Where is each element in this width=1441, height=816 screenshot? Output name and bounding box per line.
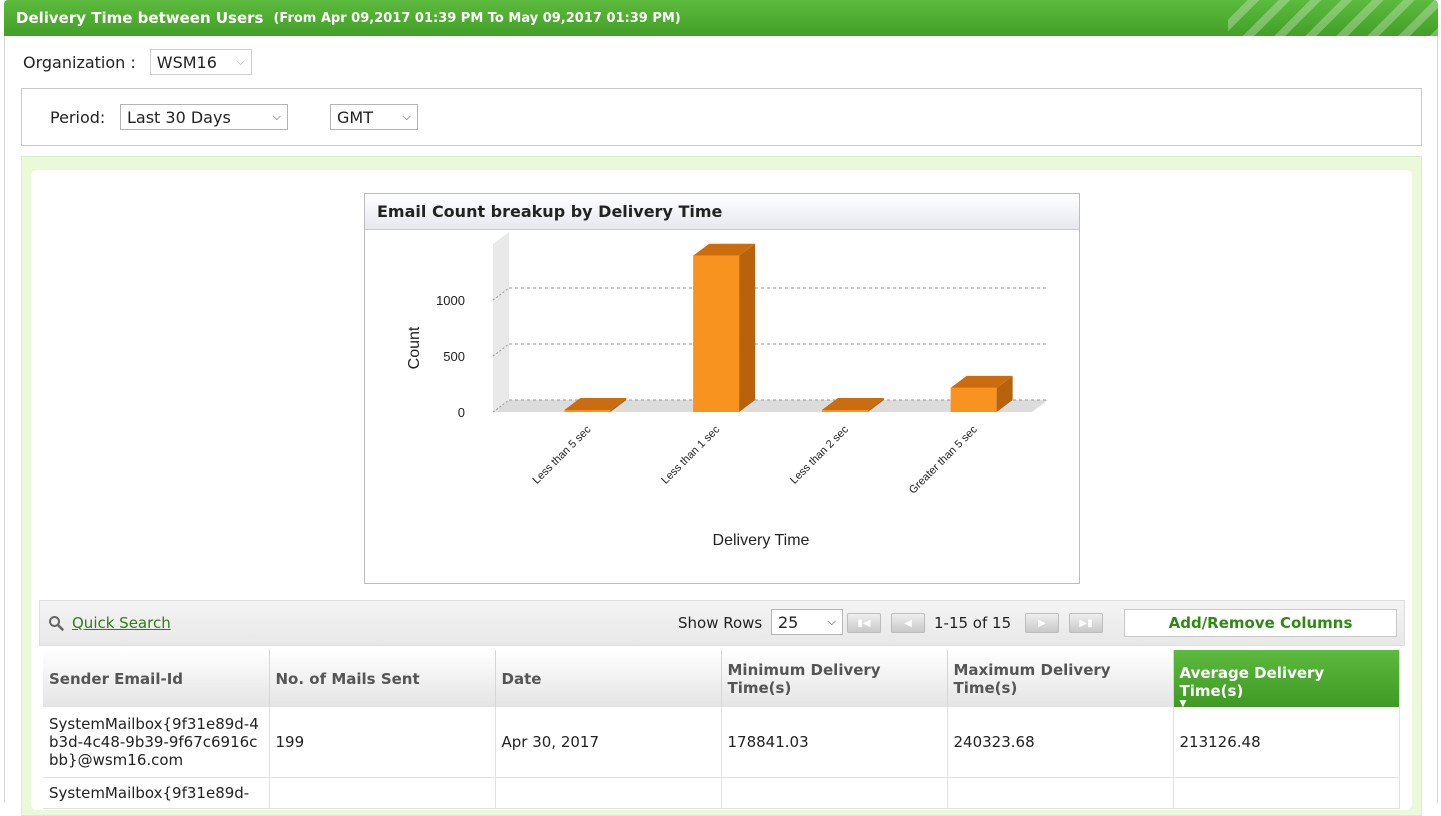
cell-date — [495, 777, 722, 809]
next-page-button[interactable]: ▶ — [1025, 613, 1059, 633]
y-tick-label: 500 — [443, 349, 465, 364]
organization-value: WSM16 — [156, 52, 217, 72]
y-tick-label: 0 — [458, 405, 465, 420]
cell-mails — [269, 777, 496, 809]
avg-delivery-header-label: Average Delivery Time(s) — [1179, 664, 1325, 700]
period-value: Last 30 Days — [127, 107, 231, 127]
column-header-max-delivery[interactable]: Maximum Delivery Time(s) — [947, 650, 1174, 707]
y-axis-label: Count — [406, 326, 423, 369]
show-rows-label: Show Rows — [678, 614, 763, 632]
add-remove-columns-button[interactable]: Add/Remove Columns — [1124, 609, 1397, 637]
search-icon[interactable] — [48, 615, 64, 631]
cell-min — [721, 777, 948, 809]
y-tick-label: 1000 — [436, 293, 465, 308]
column-header-date[interactable]: Date — [495, 650, 722, 707]
x-axis-label: Delivery Time — [713, 532, 810, 549]
chevron-down-icon: ⌵ — [272, 110, 281, 123]
chevron-down-icon: ⌵ — [236, 55, 245, 68]
chart-container: Email Count breakup by Delivery Time 0 50… — [364, 193, 1080, 584]
period-label: Period: — [50, 108, 106, 127]
bar — [950, 387, 997, 412]
bar — [693, 255, 740, 412]
cell-avg — [1173, 777, 1400, 809]
cell-max — [947, 777, 1174, 809]
quick-search-link[interactable]: Quick Search — [72, 614, 171, 632]
quick-search: Quick Search — [48, 614, 171, 632]
table-toolbar: Quick Search Show Rows 25 ⌵ ▮◀ ◀ 1-15 of… — [39, 600, 1405, 646]
report-title-bar: Delivery Time between Users (From Apr 09… — [4, 0, 1438, 36]
column-header-min-delivery[interactable]: Minimum Delivery Time(s) — [721, 650, 948, 707]
chevron-down-icon: ⌵ — [827, 615, 836, 628]
cell-min: 178841.03 — [721, 707, 948, 778]
last-page-button[interactable]: ▶▮ — [1069, 613, 1103, 633]
delivery-time-table: Sender Email-Id No. of Mails Sent Date M… — [43, 650, 1400, 809]
bar — [821, 410, 868, 412]
cell-mails: 199 — [269, 707, 496, 778]
column-header-mails[interactable]: No. of Mails Sent — [269, 650, 496, 707]
cell-avg: 213126.48 — [1173, 707, 1400, 778]
chevron-down-icon: ⌵ — [402, 110, 411, 123]
next-page-icon: ▶ — [1038, 617, 1046, 629]
organization-row: Organization : WSM16 ⌵ — [23, 48, 252, 76]
page-title: Delivery Time between Users — [16, 9, 264, 27]
organization-label: Organization : — [23, 52, 136, 72]
x-tick-label: Less than 5 sec — [531, 423, 594, 486]
table-row[interactable]: SystemMailbox{9f31e89d- — [43, 777, 1400, 809]
date-range: (From Apr 09,2017 01:39 PM To May 09,201… — [273, 10, 681, 26]
title-decoration — [1228, 0, 1438, 36]
last-page-icon: ▶▮ — [1079, 617, 1093, 629]
period-filter-box: Period: Last 30 Days ⌵ GMT ⌵ — [21, 88, 1422, 146]
bar-side — [739, 243, 756, 412]
chart-title: Email Count breakup by Delivery Time — [365, 194, 1079, 230]
cell-sender: SystemMailbox{9f31e89d-4b3d-4c48-9b39-9f… — [43, 707, 270, 778]
page-info: 1-15 of 15 — [934, 614, 1012, 632]
x-tick-label: Greater than 5 sec — [907, 423, 980, 496]
x-tick-label: Less than 2 sec — [788, 423, 851, 486]
cell-date: Apr 30, 2017 — [495, 707, 722, 778]
cell-sender: SystemMailbox{9f31e89d- — [43, 777, 270, 809]
rows-per-page-value: 25 — [778, 612, 799, 632]
organization-select[interactable]: WSM16 ⌵ — [149, 49, 252, 75]
table-row[interactable]: SystemMailbox{9f31e89d-4b3d-4c48-9b39-9f… — [43, 707, 1400, 778]
timezone-select[interactable]: GMT ⌵ — [330, 104, 418, 130]
rows-per-page-select[interactable]: 25 ⌵ — [771, 609, 843, 635]
cell-max: 240323.68 — [947, 707, 1174, 778]
bar-chart: 0 500 1000 Count Less than 5 sec Less than 1 … — [406, 232, 1048, 549]
first-page-button[interactable]: ▮◀ — [847, 613, 881, 633]
x-tick-label: Less than 1 sec — [659, 423, 722, 486]
period-select[interactable]: Last 30 Days ⌵ — [120, 104, 288, 130]
frame-border-left — [4, 36, 5, 803]
prev-page-icon: ◀ — [904, 617, 912, 629]
prev-page-button[interactable]: ◀ — [891, 613, 925, 633]
table-header-row: Sender Email-Id No. of Mails Sent Date M… — [43, 650, 1400, 709]
timezone-value: GMT — [337, 107, 373, 127]
bar — [564, 410, 611, 412]
column-header-sender[interactable]: Sender Email-Id — [43, 650, 270, 707]
first-page-icon: ▮◀ — [857, 617, 871, 629]
frame-border-right — [1437, 36, 1438, 803]
column-header-avg-delivery[interactable]: Average Delivery Time(s) ▼ — [1173, 650, 1400, 709]
chart-side-wall — [493, 232, 509, 412]
